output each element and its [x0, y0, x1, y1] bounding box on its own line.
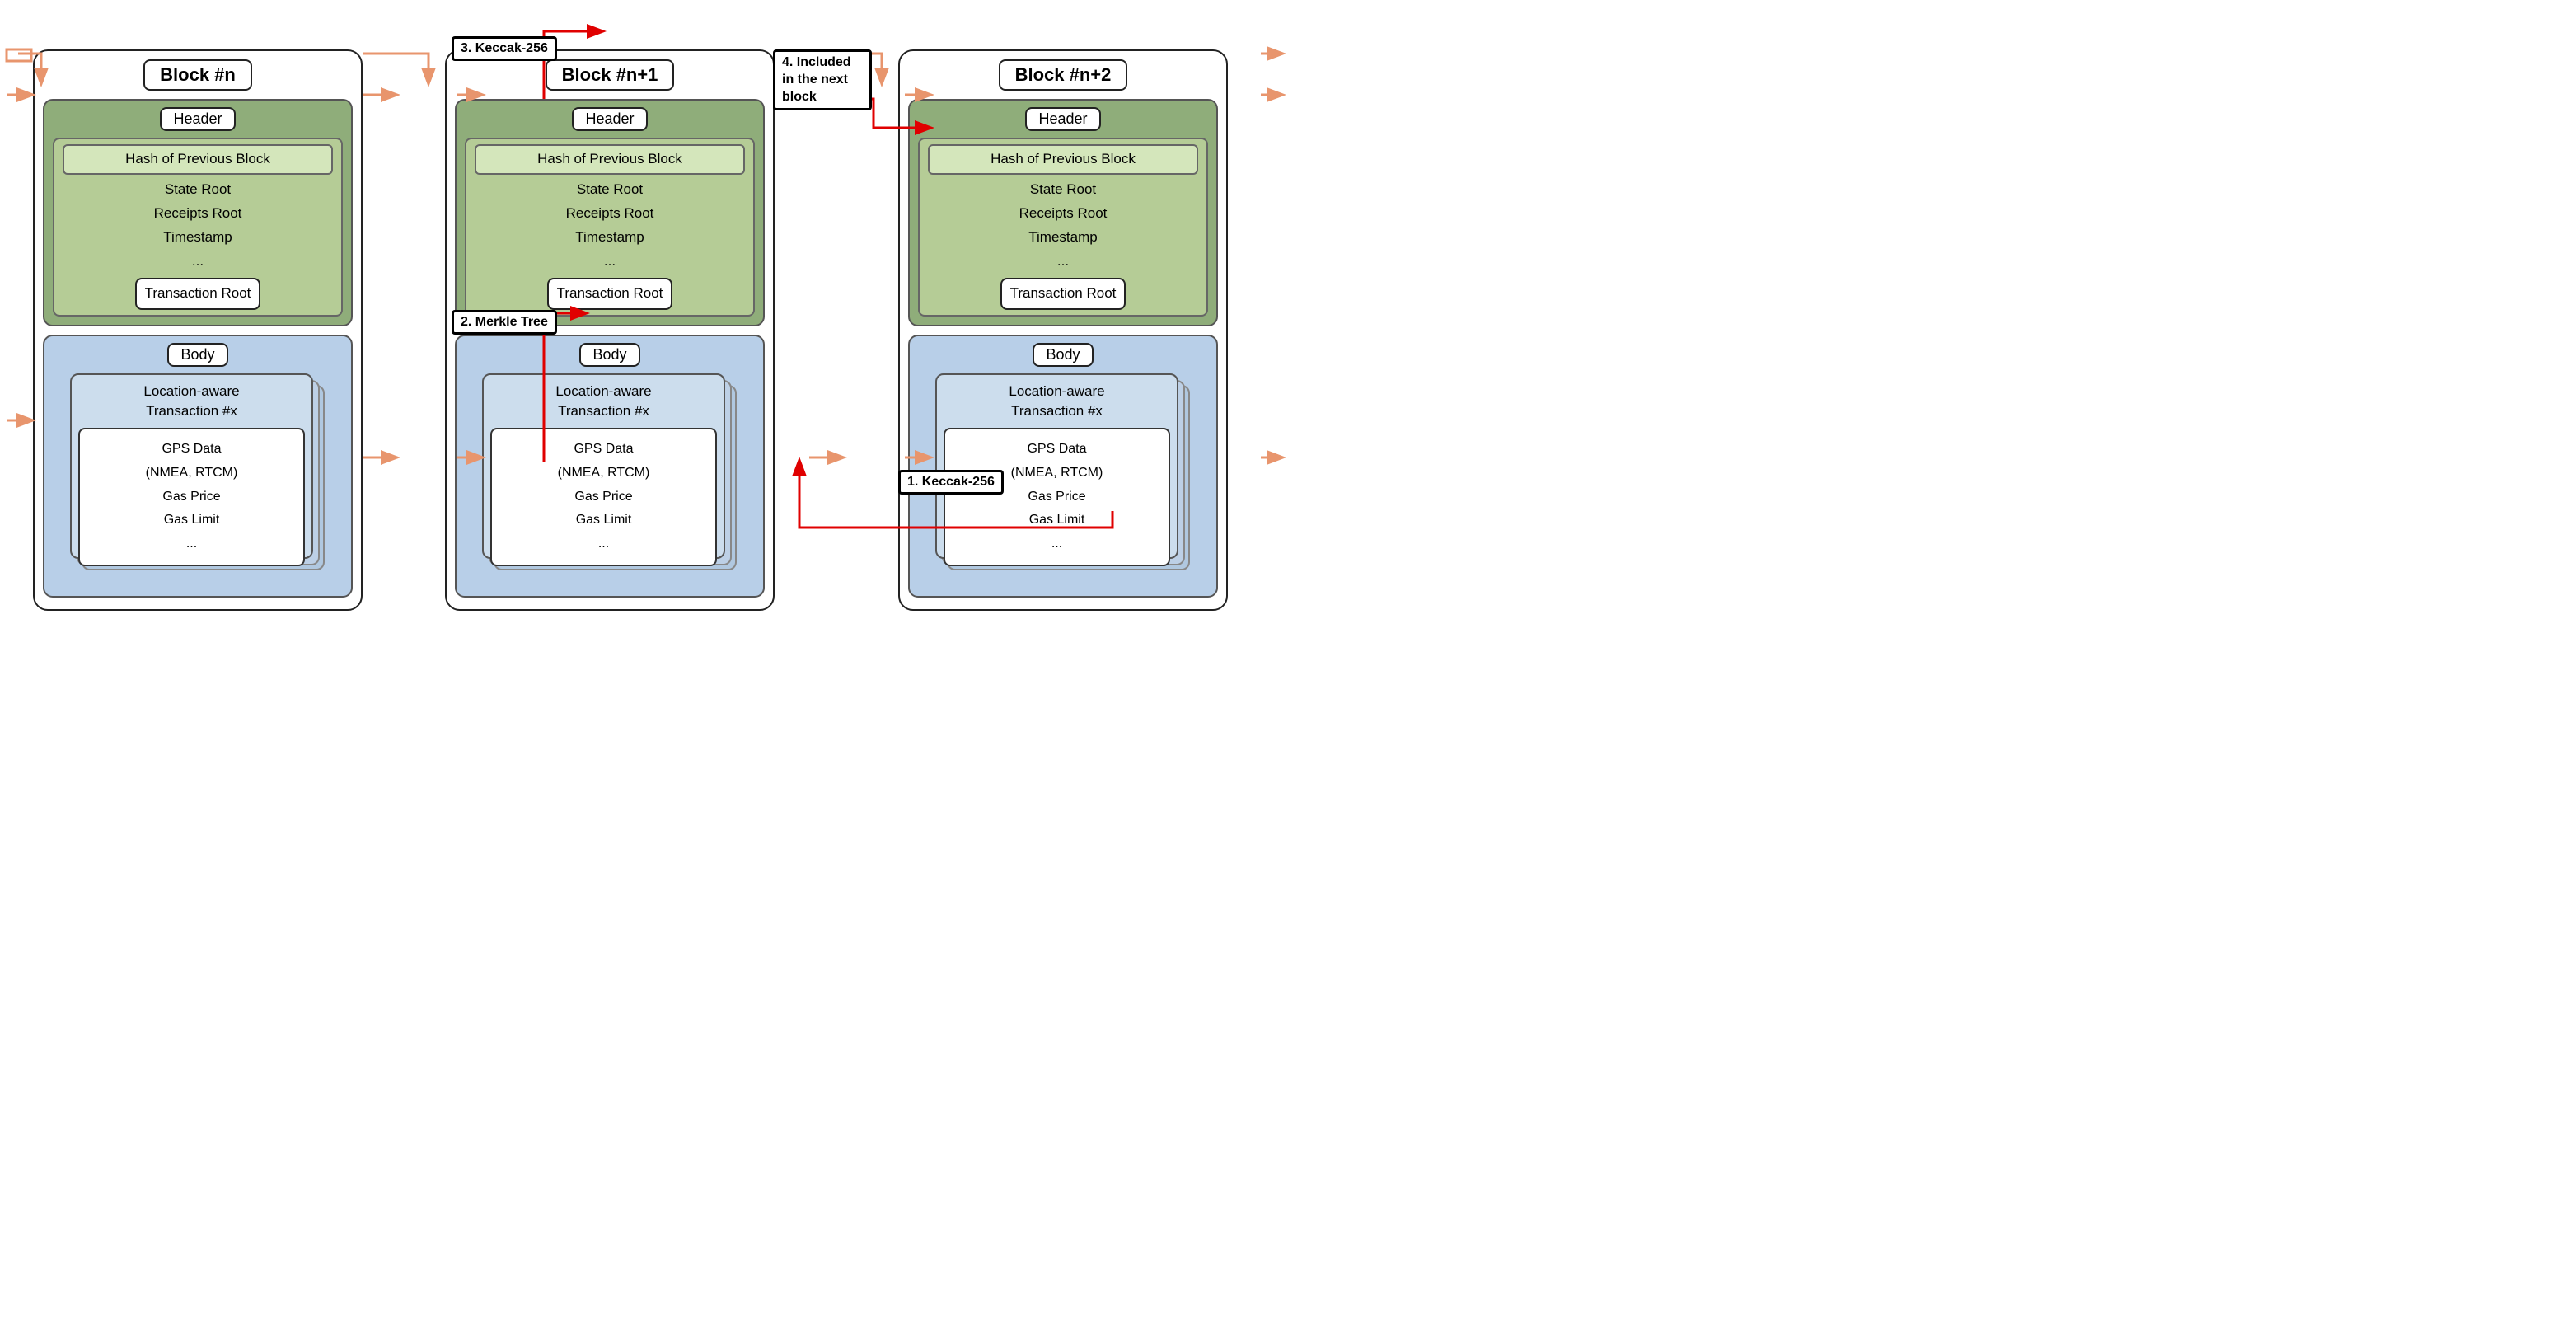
block-n-tx-inner: GPS Data(NMEA, RTCM)Gas PriceGas Limit..…	[78, 428, 305, 566]
block-n1-title: Block #n+1	[546, 59, 675, 91]
block-n-header-label: Header	[160, 107, 235, 131]
block-n2-tx-title: Location-awareTransaction #x	[944, 382, 1170, 421]
block-n-title: Block #n	[143, 59, 252, 91]
block-n-ellipsis: ...	[63, 250, 333, 274]
block-n-header: Header Hash of Previous Block State Root…	[43, 99, 353, 326]
block-n1-tx-card-main: Location-awareTransaction #x GPS Data(NM…	[482, 373, 725, 559]
block-n1-tx-title: Location-awareTransaction #x	[490, 382, 717, 421]
block-n-outer: Block #n Header Hash of Previous Block S…	[33, 49, 363, 611]
block-n2-tx-root: Transaction Root	[1000, 278, 1126, 310]
block-n2-hash-field: Hash of Previous Block	[928, 144, 1198, 175]
block-n1-header-label: Header	[572, 107, 647, 131]
block-n2-receipts-root: Receipts Root	[928, 202, 1198, 226]
diagram-container: Block #n Header Hash of Previous Block S…	[0, 0, 1288, 666]
annotation-included4: 4. Included in the next block	[773, 49, 872, 110]
block-n1-body: Body Location-awareTransaction #x GPS Da…	[455, 335, 765, 598]
block-n1-state-root: State Root	[475, 178, 745, 202]
block-n1-tx-stack: Location-awareTransaction #x GPS Data(NM…	[482, 373, 738, 588]
block-n-hash-field: Hash of Previous Block	[63, 144, 333, 175]
block-n-timestamp: Timestamp	[63, 226, 333, 250]
block-n2-ellipsis: ...	[928, 250, 1198, 274]
annotation-keccak1: 1. Keccak-256	[898, 470, 1004, 495]
annotation-keccak3: 3. Keccak-256	[452, 36, 557, 61]
block-n-body: Body Location-awareTransaction #x GPS Da…	[43, 335, 353, 598]
block-n-state-root: State Root	[63, 178, 333, 202]
block-n-tx-stack: Location-awareTransaction #x GPS Data(NM…	[70, 373, 326, 588]
block-n2-timestamp: Timestamp	[928, 226, 1198, 250]
block-n-tx-title: Location-awareTransaction #x	[78, 382, 305, 421]
block-n2-header: Header Hash of Previous Block State Root…	[908, 99, 1218, 326]
block-n-body-label: Body	[167, 343, 227, 367]
block-n1-tx-inner: GPS Data(NMEA, RTCM)Gas PriceGas Limit..…	[490, 428, 717, 566]
block-n2-body: Body Location-awareTransaction #x GPS Da…	[908, 335, 1218, 598]
block-n-tx-card-main: Location-awareTransaction #x GPS Data(NM…	[70, 373, 313, 559]
block-n2-wrapper: Block #n+2 Header Hash of Previous Block…	[898, 49, 1228, 611]
block-n-header-fields: Hash of Previous Block State Root Receip…	[53, 138, 343, 317]
block-n1-ellipsis: ...	[475, 250, 745, 274]
block-n1-tx-root: Transaction Root	[547, 278, 673, 310]
blocks-row: Block #n Header Hash of Previous Block S…	[8, 8, 1296, 674]
block-n1-receipts-root: Receipts Root	[475, 202, 745, 226]
block-n2-body-label: Body	[1033, 343, 1093, 367]
block-n2-outer: Block #n+2 Header Hash of Previous Block…	[898, 49, 1228, 611]
block-n-receipts-root: Receipts Root	[63, 202, 333, 226]
block-n-tx-root: Transaction Root	[135, 278, 261, 310]
block-n1-header-fields: Hash of Previous Block State Root Receip…	[465, 138, 755, 317]
block-n2-header-label: Header	[1025, 107, 1100, 131]
block-n2-header-fields: Hash of Previous Block State Root Receip…	[918, 138, 1208, 317]
block-n1-timestamp: Timestamp	[475, 226, 745, 250]
block-n2-title: Block #n+2	[999, 59, 1128, 91]
block-n1-hash-field: Hash of Previous Block	[475, 144, 745, 175]
block-n2-tx-inner: GPS Data(NMEA, RTCM)Gas PriceGas Limit..…	[944, 428, 1170, 566]
block-n1-header: Header Hash of Previous Block State Root…	[455, 99, 765, 326]
block-n2-state-root: State Root	[928, 178, 1198, 202]
block-n2-tx-card-main: Location-awareTransaction #x GPS Data(NM…	[935, 373, 1178, 559]
block-n1-body-label: Body	[579, 343, 639, 367]
annotation-merkle2: 2. Merkle Tree	[452, 310, 557, 335]
block-n-wrapper: Block #n Header Hash of Previous Block S…	[33, 49, 363, 611]
